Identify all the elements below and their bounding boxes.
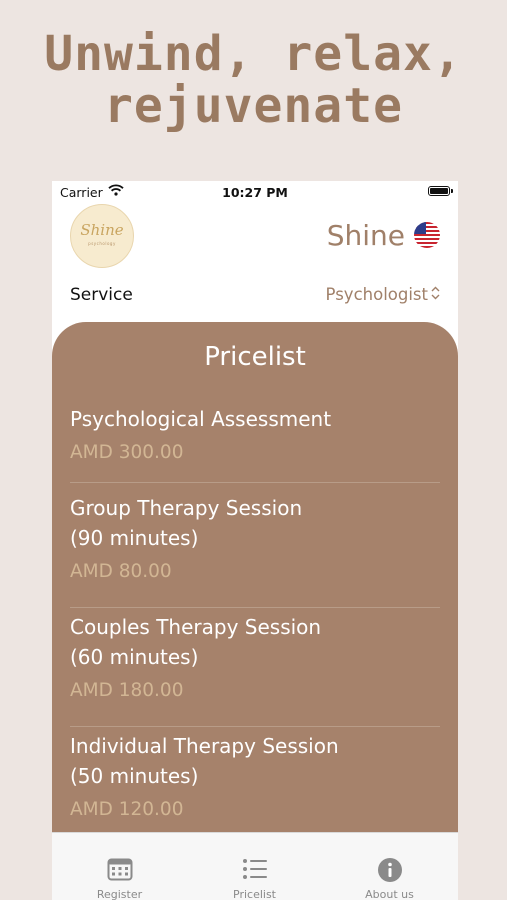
price-item-name: Individual Therapy Session (70, 734, 339, 758)
service-label: Service (70, 285, 133, 305)
shine-logo: Shine psychology (70, 204, 134, 268)
price-item-duration: (60 minutes) (70, 645, 199, 669)
price-item-name: Couples Therapy Session (70, 615, 322, 639)
service-picker[interactable]: Psychologist (326, 285, 428, 304)
headline-line-1: Unwind, relax, (44, 26, 463, 82)
status-bar: Carrier 10:27 PM (52, 181, 458, 203)
battery-icon (428, 186, 453, 196)
chevron-up-down-icon[interactable] (431, 286, 440, 300)
calendar-icon (107, 858, 133, 881)
price-item-price: AMD 120.00 (70, 799, 184, 820)
price-item[interactable]: Group Therapy Session (90 minutes) AMD 8… (70, 493, 440, 608)
logo-text: Shine (80, 221, 124, 239)
phone-screen: Carrier 10:27 PM Shine psychology Shine … (52, 181, 458, 900)
list-icon (243, 859, 267, 879)
price-item[interactable]: Psychological Assessment AMD 300.00 (70, 404, 440, 483)
tab-register-label: Register (96, 888, 143, 900)
pricelist-panel: Pricelist Psychological Assessment AMD 3… (52, 322, 458, 842)
price-item[interactable]: Individual Therapy Session (50 minutes) … (70, 731, 440, 842)
tab-about-us-label: About us (365, 888, 414, 900)
logo-subtext: psychology (88, 241, 116, 246)
price-item-price: AMD 80.00 (70, 561, 172, 582)
price-item-price: AMD 300.00 (70, 442, 184, 463)
us-flag-icon[interactable] (414, 222, 440, 248)
price-item[interactable]: Couples Therapy Session (60 minutes) AMD… (70, 612, 440, 727)
info-icon (378, 858, 402, 882)
price-item-duration: (50 minutes) (70, 764, 199, 788)
promo-headline: Unwind, relax, rejuvenate (0, 28, 507, 132)
status-time: 10:27 PM (222, 185, 288, 200)
price-item-duration: (90 minutes) (70, 526, 199, 550)
headline-line-2: rejuvenate (104, 78, 403, 134)
price-item-price: AMD 180.00 (70, 680, 184, 701)
tab-bar: Register Pricelist About us (52, 832, 458, 900)
price-item-name: Psychological Assessment (70, 407, 332, 431)
pricelist-title: Pricelist (204, 342, 306, 372)
tab-pricelist[interactable]: Pricelist (187, 833, 322, 900)
brand-title: Shine (326, 219, 405, 252)
tab-register[interactable]: Register (52, 833, 187, 900)
tab-about-us[interactable]: About us (322, 833, 457, 900)
price-item-name: Group Therapy Session (70, 496, 303, 520)
tab-pricelist-label: Pricelist (233, 888, 276, 900)
